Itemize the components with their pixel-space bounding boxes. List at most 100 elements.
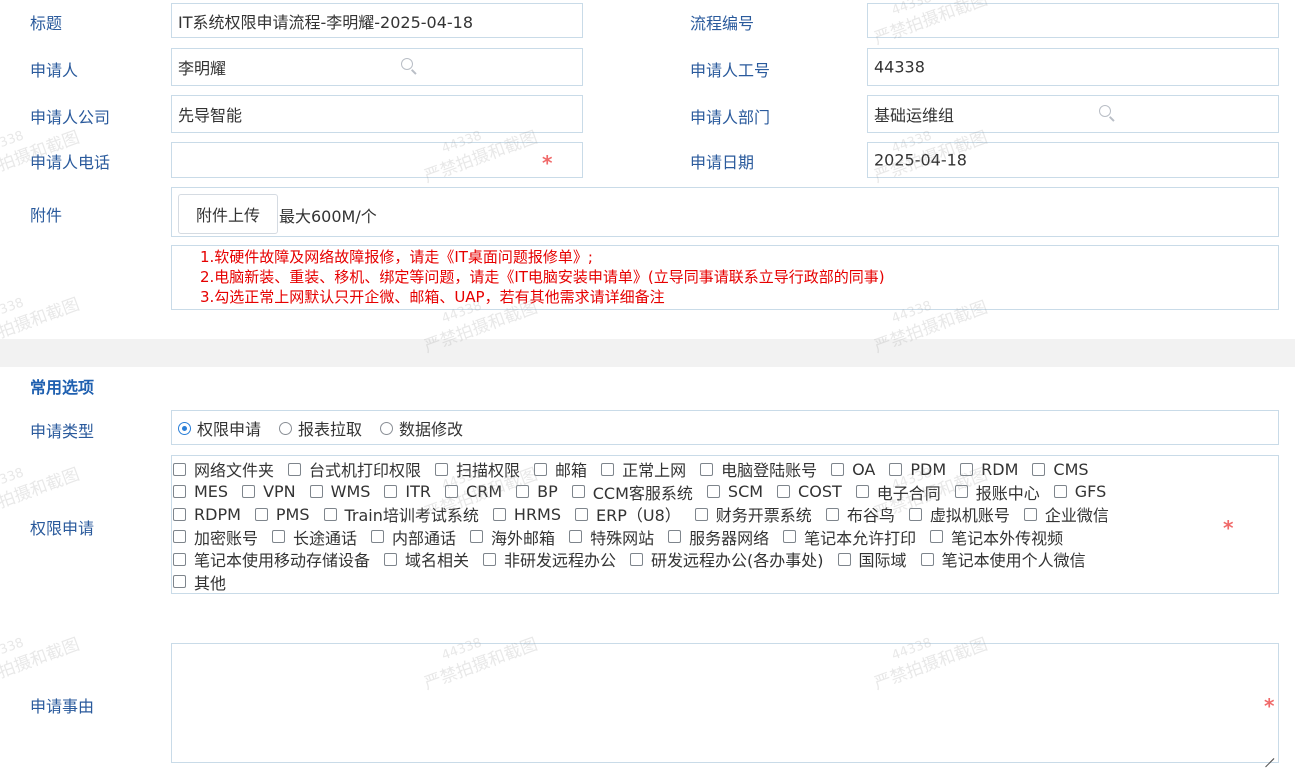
checkbox[interactable] — [492, 507, 506, 521]
permission-checkbox-option[interactable]: 服务器网络 — [668, 525, 769, 549]
checkbox[interactable] — [954, 485, 968, 499]
permission-checkbox-option[interactable]: 笔记本外传视频 — [930, 525, 1063, 549]
checkbox[interactable] — [630, 552, 644, 566]
permission-checkbox-option[interactable]: WMS — [309, 482, 370, 501]
permission-checkbox-option[interactable]: 报账中心 — [954, 480, 1040, 504]
checkbox[interactable] — [831, 462, 845, 476]
permission-checkbox-option[interactable]: 邮箱 — [534, 457, 587, 481]
checkbox[interactable] — [889, 462, 903, 476]
permission-checkbox-option[interactable]: CRM — [445, 482, 502, 501]
permission-checkbox-option[interactable]: RDM — [960, 460, 1018, 479]
radio-option-report[interactable]: 报表拉取 — [279, 416, 362, 440]
permission-checkbox-option[interactable]: 电脑登陆账号 — [700, 457, 817, 481]
checkbox[interactable] — [700, 462, 714, 476]
checkbox[interactable] — [445, 485, 459, 499]
checkbox[interactable] — [706, 485, 720, 499]
permission-checkbox-option[interactable]: CMS — [1032, 460, 1089, 479]
reason-textarea[interactable]: * — [171, 643, 1279, 763]
checkbox[interactable] — [516, 485, 530, 499]
permission-checkbox-option[interactable]: 网络文件夹 — [173, 457, 274, 481]
permission-checkbox-option[interactable]: 台式机打印权限 — [288, 457, 421, 481]
checkbox[interactable] — [837, 552, 851, 566]
permission-checkbox-option[interactable]: MES — [173, 482, 228, 501]
checkbox[interactable] — [1053, 485, 1067, 499]
permission-checkbox-option[interactable]: 非研发远程办公 — [483, 547, 616, 571]
permission-checkbox-option[interactable]: 财务开票系统 — [694, 502, 812, 526]
checkbox[interactable] — [777, 485, 791, 499]
checkbox[interactable] — [601, 462, 615, 476]
checkbox[interactable] — [908, 507, 922, 521]
checkbox[interactable] — [575, 507, 589, 521]
date-input[interactable]: 2025-04-18 — [867, 142, 1279, 178]
permission-checkbox-option[interactable]: 域名相关 — [384, 547, 469, 571]
checkbox[interactable] — [384, 485, 398, 499]
permission-checkbox-option[interactable]: PMS — [254, 505, 310, 524]
checkbox[interactable] — [173, 462, 186, 476]
permission-checkbox-option[interactable]: GFS — [1053, 482, 1106, 501]
permission-checkbox-option[interactable]: HRMS — [492, 505, 561, 524]
radio-button[interactable] — [380, 421, 394, 435]
permission-checkbox-option[interactable]: 笔记本允许打印 — [783, 525, 916, 549]
permission-checkbox-option[interactable]: 笔记本使用个人微信 — [920, 547, 1086, 571]
permission-checkbox-option[interactable]: VPN — [242, 482, 296, 501]
permission-checkbox-option[interactable]: 国际域 — [837, 547, 907, 571]
permission-checkbox-option[interactable]: 研发远程办公(各办事处) — [630, 547, 824, 571]
permission-checkbox-option[interactable]: 虚拟机账号 — [908, 502, 1010, 526]
phone-input[interactable]: * — [171, 142, 583, 178]
checkbox[interactable] — [569, 530, 583, 544]
permission-checkbox-option[interactable]: 长途通话 — [272, 525, 357, 549]
search-icon[interactable] — [1099, 105, 1111, 117]
title-input[interactable]: IT系统权限申请流程-李明耀-2025-04-18 — [171, 3, 583, 38]
checkbox[interactable] — [534, 462, 548, 476]
permission-checkbox-option[interactable]: 扫描权限 — [435, 457, 520, 481]
checkbox[interactable] — [435, 462, 449, 476]
checkbox[interactable] — [825, 507, 839, 521]
checkbox[interactable] — [173, 485, 186, 499]
permission-checkbox-option[interactable]: CCM客服系统 — [571, 480, 693, 504]
applicant-input[interactable]: 李明耀 — [171, 48, 583, 86]
permission-checkbox-option[interactable]: 内部通话 — [371, 525, 456, 549]
checkbox[interactable] — [173, 552, 186, 566]
permission-checkbox-option[interactable]: 加密账号 — [173, 525, 258, 549]
search-icon[interactable] — [401, 58, 413, 70]
permission-checkbox-option[interactable]: 笔记本使用移动存储设备 — [173, 547, 370, 571]
checkbox[interactable] — [288, 462, 302, 476]
company-input[interactable]: 先导智能 — [171, 95, 583, 133]
permission-checkbox-option[interactable]: PDM — [889, 460, 946, 479]
checkbox[interactable] — [173, 575, 186, 589]
permission-checkbox-option[interactable]: Train培训考试系统 — [323, 502, 479, 526]
checkbox[interactable] — [960, 462, 974, 476]
resize-handle[interactable] — [1264, 749, 1274, 759]
permission-checkbox-option[interactable]: 企业微信 — [1023, 502, 1109, 526]
checkbox[interactable] — [668, 530, 682, 544]
radio-button[interactable] — [279, 421, 293, 435]
employee-id-input[interactable]: 44338 — [867, 48, 1279, 86]
checkbox[interactable] — [920, 552, 934, 566]
checkbox[interactable] — [242, 485, 256, 499]
permission-checkbox-option[interactable]: 电子合同 — [855, 480, 941, 504]
checkbox[interactable] — [323, 507, 337, 521]
checkbox[interactable] — [1032, 462, 1046, 476]
checkbox[interactable] — [384, 552, 398, 566]
checkbox[interactable] — [173, 530, 186, 544]
permission-checkbox-option[interactable]: 海外邮箱 — [470, 525, 555, 549]
upload-button[interactable]: 附件上传 — [178, 194, 278, 234]
checkbox[interactable] — [855, 485, 869, 499]
checkbox[interactable] — [1023, 507, 1037, 521]
permission-checkbox-option[interactable]: OA — [831, 460, 875, 479]
checkbox[interactable] — [571, 485, 585, 499]
permission-checkbox-option[interactable]: ITR — [384, 482, 431, 501]
checkbox[interactable] — [272, 530, 286, 544]
department-input[interactable]: 基础运维组 — [867, 95, 1279, 133]
permission-checkbox-option[interactable]: 特殊网站 — [569, 525, 654, 549]
checkbox[interactable] — [483, 552, 497, 566]
permission-checkbox-option[interactable]: SCM — [706, 482, 763, 501]
permission-checkbox-option[interactable]: 正常上网 — [601, 457, 686, 481]
checkbox[interactable] — [783, 530, 797, 544]
flow-no-input[interactable] — [867, 3, 1279, 38]
checkbox[interactable] — [930, 530, 944, 544]
checkbox[interactable] — [309, 485, 323, 499]
radio-button-selected[interactable] — [178, 421, 191, 435]
radio-option-data-fix[interactable]: 数据修改 — [380, 416, 463, 440]
checkbox[interactable] — [694, 507, 708, 521]
